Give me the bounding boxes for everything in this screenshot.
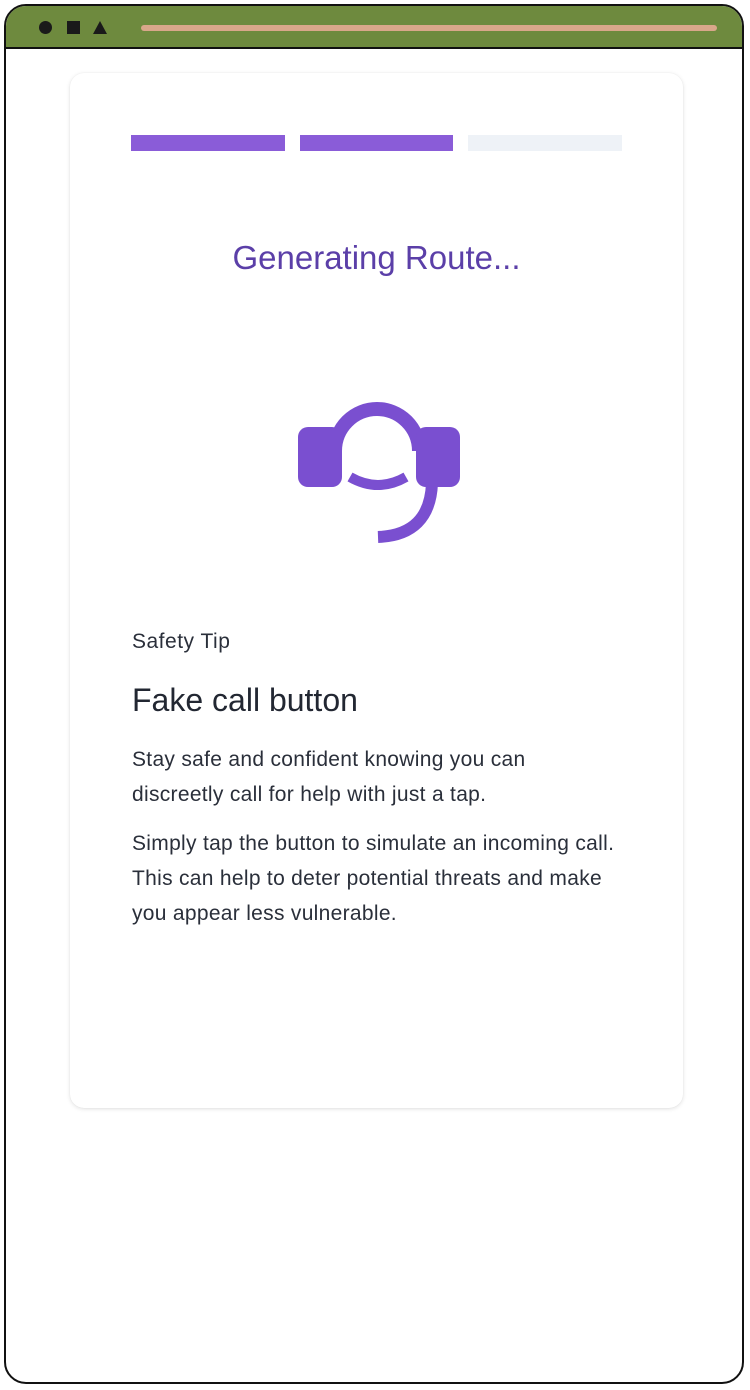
headset-icon [292, 373, 462, 543]
tip-paragraph: Simply tap the button to simulate an inc… [132, 832, 615, 925]
browser-window: Generating Route... Safety Tip Fake call… [4, 4, 744, 1384]
safety-tip: Safety Tip Fake call button Stay safe an… [132, 628, 622, 945]
tip-paragraph: Stay safe and confident knowing you can … [132, 748, 526, 806]
title-bar [6, 6, 742, 49]
tip-label: Safety Tip [132, 630, 231, 653]
triangle-control-icon[interactable] [93, 21, 107, 34]
circle-control-icon[interactable] [39, 21, 52, 34]
page-title: Generating Route... [232, 239, 521, 276]
progress-step-pending [468, 135, 623, 151]
loading-card: Generating Route... Safety Tip Fake call… [70, 73, 683, 1108]
tip-heading: Fake call button [132, 682, 358, 718]
progress-indicator [131, 135, 623, 151]
address-bar[interactable] [141, 25, 717, 31]
progress-step-complete [131, 135, 285, 151]
square-control-icon[interactable] [67, 21, 80, 34]
progress-step-complete [299, 135, 454, 151]
